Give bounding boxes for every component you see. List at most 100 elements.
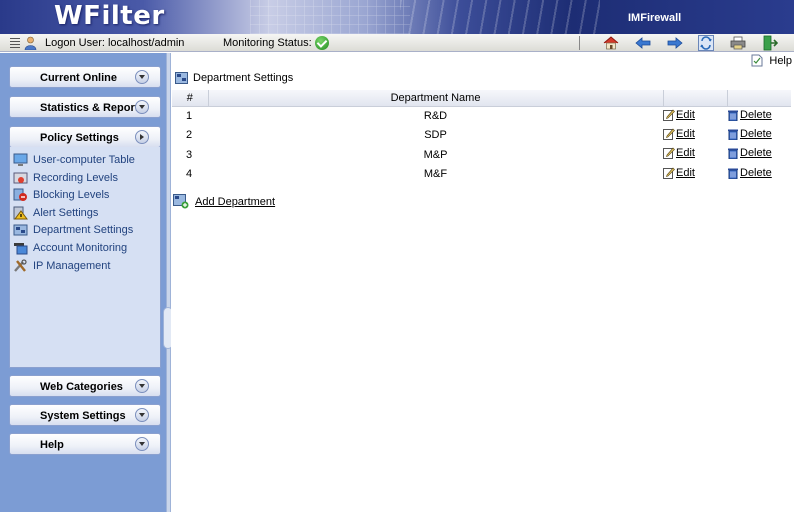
delete-label: Delete <box>740 108 772 121</box>
department-name: R&D <box>423 110 448 122</box>
table-row: 3 M&P Edit Delete <box>172 145 791 165</box>
nav-section-label: Help <box>40 439 64 451</box>
sidebar-item-label: Recording Levels <box>33 172 118 184</box>
main-content: Help Department Settings # Department Na… <box>171 53 794 512</box>
status-bar: Logon User: localhost/admin Monitoring S… <box>0 34 794 52</box>
department-name: M&F <box>423 168 448 181</box>
edit-icon <box>663 167 675 179</box>
page-title-text: Department Settings <box>193 72 294 84</box>
sidebar-item-account-monitoring[interactable]: Account Monitoring <box>13 240 127 256</box>
sidebar-item-department-settings[interactable]: Department Settings <box>13 222 133 238</box>
chevron-down-icon[interactable] <box>135 379 149 393</box>
department-icon <box>175 72 188 84</box>
edit-icon <box>663 109 675 121</box>
account-monitor-icon <box>14 243 28 255</box>
row-number: 2 <box>186 129 193 142</box>
edit-label: Edit <box>676 108 695 121</box>
home-icon[interactable] <box>603 35 619 51</box>
nav-section-label: Statistics & Reports <box>40 102 145 114</box>
trash-icon <box>728 129 738 140</box>
sidebar-item-label: Alert Settings <box>33 207 99 219</box>
nav-section-label: Policy Settings <box>40 132 119 144</box>
sidebar-item-label: Department Settings <box>33 224 134 236</box>
edit-button[interactable]: Edit <box>663 128 695 140</box>
edit-label: Edit <box>676 147 695 160</box>
sidebar-item-label: IP Management <box>33 260 111 272</box>
chevron-down-icon[interactable] <box>135 408 149 422</box>
trash-icon <box>728 148 738 160</box>
row-number: 1 <box>186 110 193 122</box>
department-name: SDP <box>424 129 447 142</box>
delete-button[interactable]: Delete <box>727 147 772 160</box>
nav-section-label: System Settings <box>40 410 126 422</box>
nav-section-current-online[interactable]: Current Online <box>9 66 161 88</box>
status-ok-icon <box>315 36 329 50</box>
department-icon <box>13 224 28 236</box>
edit-label: Edit <box>676 127 695 140</box>
nav-section-web-categories[interactable]: Web Categories <box>9 375 161 397</box>
edit-button[interactable]: Edit <box>663 167 695 179</box>
add-department-icon <box>173 194 189 209</box>
nav-section-system-settings[interactable]: System Settings <box>9 404 161 426</box>
sidebar-item-label: User-computer Table <box>33 154 135 166</box>
banner-building-decoration <box>400 0 600 34</box>
department-table: # Department Name 1 R&D Edit Delete 2 SD… <box>172 90 791 184</box>
chevron-down-icon[interactable] <box>135 70 149 84</box>
table-header-row: # Department Name <box>172 90 791 107</box>
nav-section-statistics-reports[interactable]: Statistics & Reports <box>9 96 161 118</box>
nav-section-policy-settings[interactable]: Policy Settings <box>9 126 161 148</box>
edit-label: Edit <box>676 166 695 179</box>
chevron-down-icon[interactable] <box>135 100 149 114</box>
department-name: M&P <box>423 148 448 161</box>
product-name: IMFirewall <box>628 12 682 24</box>
toolbar-grip-icon <box>10 38 20 48</box>
delete-button[interactable]: Delete <box>727 167 772 179</box>
refresh-icon[interactable] <box>698 35 714 51</box>
add-department-label: Add Department <box>195 195 276 208</box>
edit-icon <box>663 128 675 140</box>
tools-icon <box>14 259 27 272</box>
nav-section-label: Current Online <box>40 72 118 84</box>
logon-user-text: Logon User: localhost/admin <box>45 37 185 49</box>
sidebar-item-blocking-levels[interactable]: Blocking Levels <box>13 187 109 203</box>
table-row: 1 R&D Edit Delete <box>172 106 791 126</box>
forward-arrow-icon[interactable] <box>667 35 683 51</box>
chevron-right-icon[interactable] <box>135 130 149 144</box>
app-logo: WFilter <box>54 1 165 31</box>
help-label: Help <box>769 54 792 67</box>
left-sidebar: Current Online Statistics & Reports Poli… <box>0 53 166 512</box>
row-number: 4 <box>186 168 193 181</box>
back-arrow-icon[interactable] <box>635 35 651 51</box>
table-row: 2 SDP Edit Delete <box>172 126 791 146</box>
column-header-edit <box>663 90 728 107</box>
chevron-down-icon[interactable] <box>135 437 149 451</box>
edit-button[interactable]: Edit <box>663 147 695 160</box>
sidebar-item-recording-levels[interactable]: Recording Levels <box>13 170 118 186</box>
user-icon <box>24 36 37 50</box>
print-icon[interactable] <box>730 35 746 51</box>
toolbar-divider <box>579 36 580 50</box>
sidebar-item-user-computer-table[interactable]: User-computer Table <box>13 152 135 168</box>
nav-section-label: Web Categories <box>40 381 123 393</box>
sidebar-item-ip-management[interactable]: IP Management <box>13 258 110 274</box>
sidebar-item-label: Account Monitoring <box>33 242 128 254</box>
delete-label: Delete <box>740 166 772 179</box>
delete-button[interactable]: Delete <box>727 109 772 121</box>
edit-icon <box>663 147 675 160</box>
help-link[interactable]: Help <box>751 54 792 67</box>
sidebar-item-alert-settings[interactable]: Alert Settings <box>13 205 98 221</box>
add-department-button[interactable]: Add Department <box>173 194 275 209</box>
row-number: 3 <box>186 148 193 161</box>
monitor-icon <box>13 153 28 166</box>
logout-icon[interactable] <box>762 35 778 51</box>
delete-button[interactable]: Delete <box>727 128 772 140</box>
edit-button[interactable]: Edit <box>663 109 695 121</box>
column-header-department-name: Department Name <box>208 90 664 107</box>
document-help-icon <box>751 54 763 67</box>
recording-icon <box>13 172 28 184</box>
delete-label: Delete <box>740 147 772 160</box>
banner-grid-decoration <box>250 0 410 34</box>
column-header-number: # <box>172 90 209 107</box>
nav-section-help[interactable]: Help <box>9 433 161 455</box>
trash-icon <box>728 168 738 179</box>
